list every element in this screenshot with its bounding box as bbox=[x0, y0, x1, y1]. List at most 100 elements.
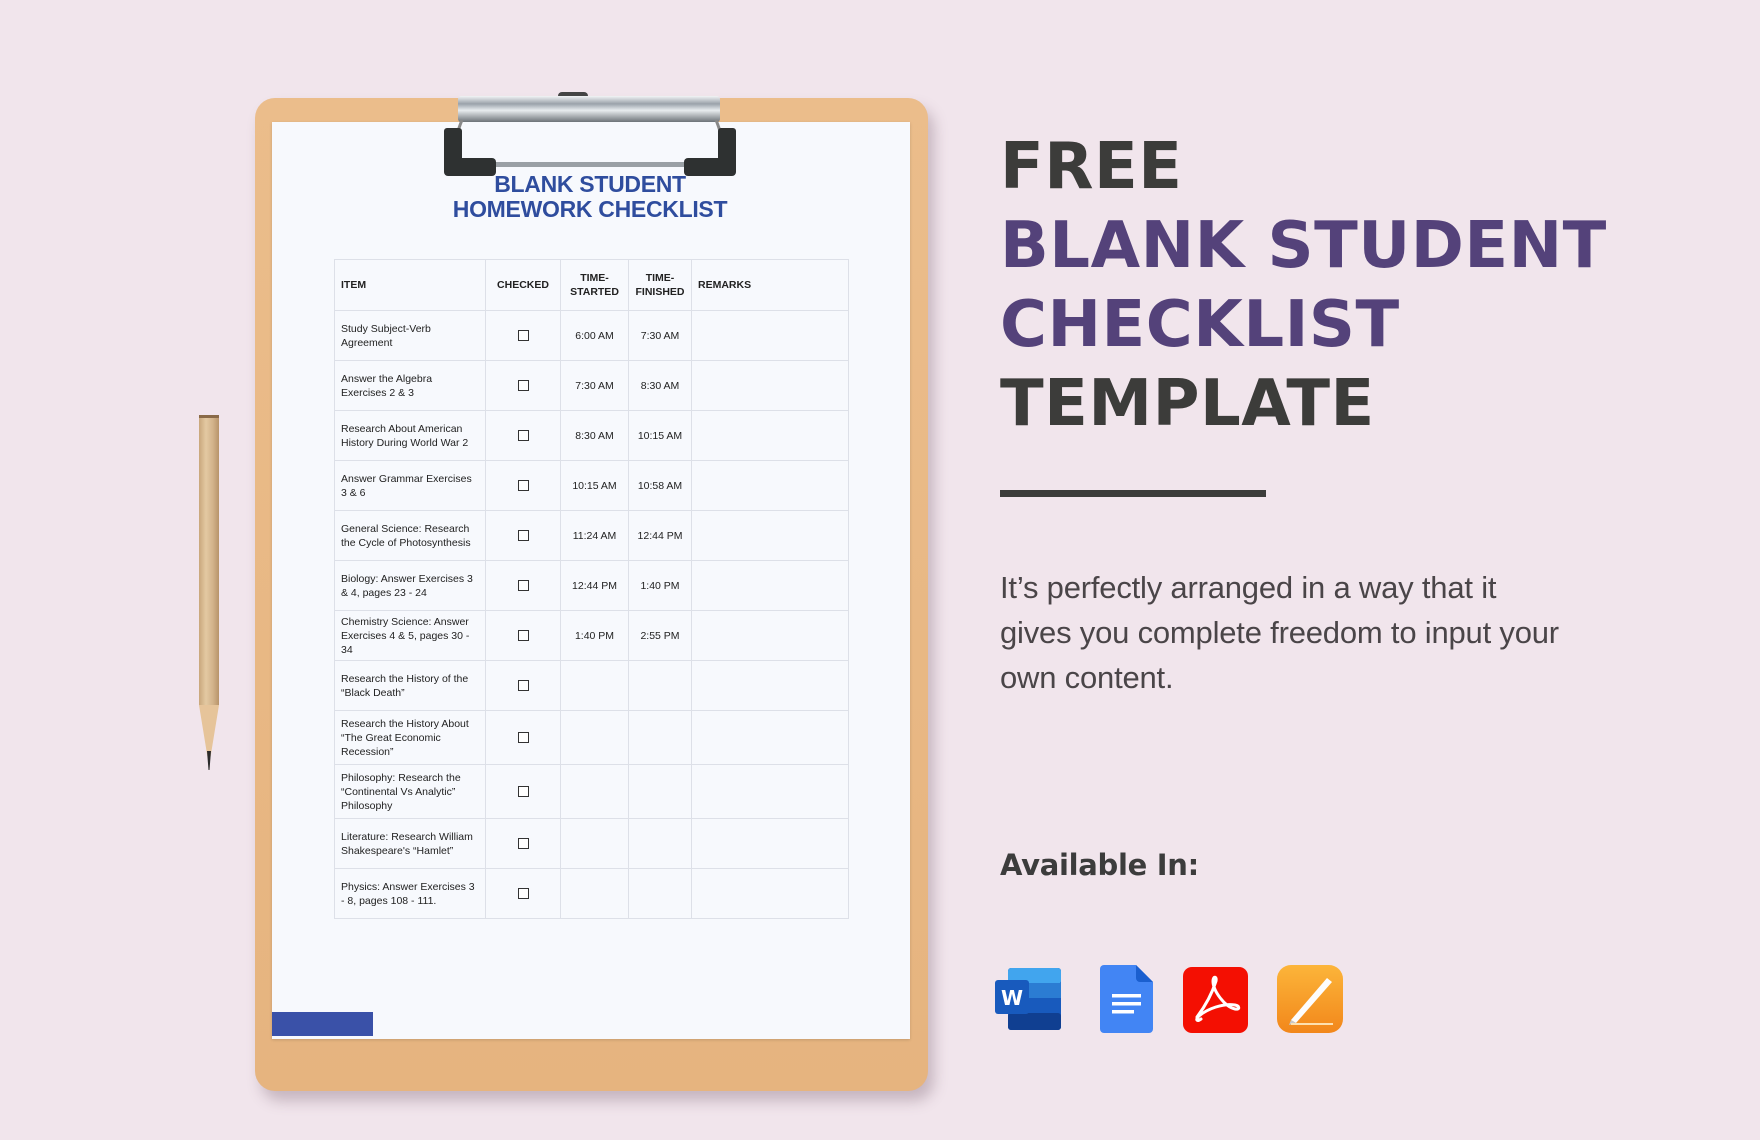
svg-text:W: W bbox=[1001, 986, 1023, 1010]
table-row: Research the History of the “Black Death… bbox=[334, 660, 849, 711]
row-time-finished: 1:40 PM bbox=[628, 560, 692, 611]
checkbox[interactable] bbox=[517, 732, 529, 744]
document-title-line2: HOMEWORK CHECKLIST bbox=[452, 196, 728, 222]
row-checked bbox=[485, 360, 561, 411]
header-time-started: TIME- STARTED bbox=[560, 259, 629, 311]
row-time-finished: 8:30 AM bbox=[628, 360, 692, 411]
clipboard-clip bbox=[444, 92, 736, 176]
row-item: Philosophy: Research the “Continental Vs… bbox=[334, 764, 486, 819]
row-time-started bbox=[560, 660, 629, 711]
row-remarks bbox=[691, 460, 849, 511]
checkbox[interactable] bbox=[517, 786, 529, 798]
table-row: Research About American History During W… bbox=[334, 410, 849, 461]
row-checked bbox=[485, 410, 561, 461]
checkbox[interactable] bbox=[517, 430, 529, 442]
header-time-finished: TIME- FINISHED bbox=[628, 259, 692, 311]
word-icon[interactable]: W bbox=[995, 966, 1061, 1030]
row-checked bbox=[485, 660, 561, 711]
row-remarks bbox=[691, 818, 849, 869]
row-time-finished: 12:44 PM bbox=[628, 510, 692, 561]
row-remarks bbox=[691, 510, 849, 561]
row-time-started bbox=[560, 764, 629, 819]
pdf-icon[interactable] bbox=[1183, 967, 1248, 1033]
header-item: ITEM bbox=[334, 259, 486, 311]
table-row: Answer Grammar Exercises 3 & 6 10:15 AM 10… bbox=[334, 460, 849, 511]
row-remarks bbox=[691, 660, 849, 711]
table-row: Philosophy: Research the “Continental Vs… bbox=[334, 764, 849, 819]
row-checked bbox=[485, 510, 561, 561]
header-checked: CHECKED bbox=[485, 259, 561, 311]
row-time-started bbox=[560, 818, 629, 869]
row-time-started: 10:15 AM bbox=[560, 460, 629, 511]
checkbox[interactable] bbox=[517, 330, 529, 342]
table-row: Biology: Answer Exercises 3 & 4, pages 2… bbox=[334, 560, 849, 611]
row-time-finished bbox=[628, 818, 692, 869]
row-time-finished: 7:30 AM bbox=[628, 310, 692, 361]
row-item: Physics: Answer Exercises 3 - 8, pages 1… bbox=[334, 868, 486, 919]
row-time-started: 8:30 AM bbox=[560, 410, 629, 461]
hero-heading: FREE BLANK STUDENT CHECKLIST TEMPLATE bbox=[1000, 128, 1607, 444]
table-row: Literature: Research William Shakespeare… bbox=[334, 818, 849, 869]
row-item: Literature: Research William Shakespeare… bbox=[334, 818, 486, 869]
google-docs-icon[interactable] bbox=[1100, 965, 1153, 1033]
checkbox[interactable] bbox=[517, 530, 529, 542]
row-item: Study Subject-Verb Agreement bbox=[334, 310, 486, 361]
row-checked bbox=[485, 310, 561, 361]
row-remarks bbox=[691, 764, 849, 819]
table-row: General Science: Research the Cycle of P… bbox=[334, 510, 849, 561]
table-row: Answer the Algebra Exercises 2 & 3 7:30 A… bbox=[334, 360, 849, 411]
row-time-started: 12:44 PM bbox=[560, 560, 629, 611]
row-item: General Science: Research the Cycle of P… bbox=[334, 510, 486, 561]
row-checked bbox=[485, 560, 561, 611]
row-time-started: 1:40 PM bbox=[560, 610, 629, 661]
checkbox[interactable] bbox=[517, 888, 529, 900]
row-remarks bbox=[691, 410, 849, 461]
row-remarks bbox=[691, 710, 849, 765]
document-title: BLANK STUDENT HOMEWORK CHECKLIST bbox=[340, 172, 840, 222]
pages-icon[interactable] bbox=[1277, 965, 1343, 1033]
document-title-line1: BLANK STUDENT bbox=[494, 171, 686, 197]
row-item: Chemistry Science: Answer Exercises 4 & … bbox=[334, 610, 486, 661]
row-time-started bbox=[560, 710, 629, 765]
checkbox[interactable] bbox=[517, 838, 529, 850]
row-remarks bbox=[691, 610, 849, 661]
hero-line-checklist: CHECKLIST bbox=[1000, 288, 1400, 362]
row-time-finished bbox=[628, 660, 692, 711]
description-text: It’s perfectly arranged in a way that it… bbox=[1000, 570, 1559, 695]
row-remarks bbox=[691, 360, 849, 411]
hero-line-free: FREE bbox=[1000, 130, 1183, 204]
table-header-row: ITEM CHECKED TIME- STARTED TIME- FINISHED … bbox=[334, 259, 849, 311]
table-row: Research the History About “The Great Ec… bbox=[334, 710, 849, 765]
header-remarks: REMARKS bbox=[691, 259, 849, 311]
row-time-started: 7:30 AM bbox=[560, 360, 629, 411]
checkbox[interactable] bbox=[517, 630, 529, 642]
hero-line-template: TEMPLATE bbox=[1000, 367, 1375, 441]
table-row: Study Subject-Verb Agreement 6:00 AM 7:30 … bbox=[334, 310, 849, 361]
row-item: Answer Grammar Exercises 3 & 6 bbox=[334, 460, 486, 511]
checkbox[interactable] bbox=[517, 580, 529, 592]
row-time-finished bbox=[628, 764, 692, 819]
checkbox[interactable] bbox=[517, 680, 529, 692]
row-remarks bbox=[691, 560, 849, 611]
homework-checklist-table: ITEM CHECKED TIME- STARTED TIME- FINISHED … bbox=[334, 259, 849, 919]
row-remarks bbox=[691, 310, 849, 361]
row-time-started bbox=[560, 868, 629, 919]
checkbox[interactable] bbox=[517, 480, 529, 492]
row-checked bbox=[485, 764, 561, 819]
row-time-finished: 10:58 AM bbox=[628, 460, 692, 511]
row-time-finished: 10:15 AM bbox=[628, 410, 692, 461]
checkbox[interactable] bbox=[517, 380, 529, 392]
row-item: Research the History of the “Black Death… bbox=[334, 660, 486, 711]
row-checked bbox=[485, 460, 561, 511]
row-time-finished bbox=[628, 710, 692, 765]
paper-accent-bar bbox=[272, 1012, 373, 1036]
row-time-started: 6:00 AM bbox=[560, 310, 629, 361]
table-row: Physics: Answer Exercises 3 - 8, pages 1… bbox=[334, 868, 849, 919]
table-row: Chemistry Science: Answer Exercises 4 & … bbox=[334, 610, 849, 661]
row-item: Research About American History During W… bbox=[334, 410, 486, 461]
row-time-finished bbox=[628, 868, 692, 919]
available-in-label: Available In: bbox=[1000, 848, 1199, 882]
pencil-image bbox=[199, 415, 219, 770]
row-remarks bbox=[691, 868, 849, 919]
row-checked bbox=[485, 818, 561, 869]
